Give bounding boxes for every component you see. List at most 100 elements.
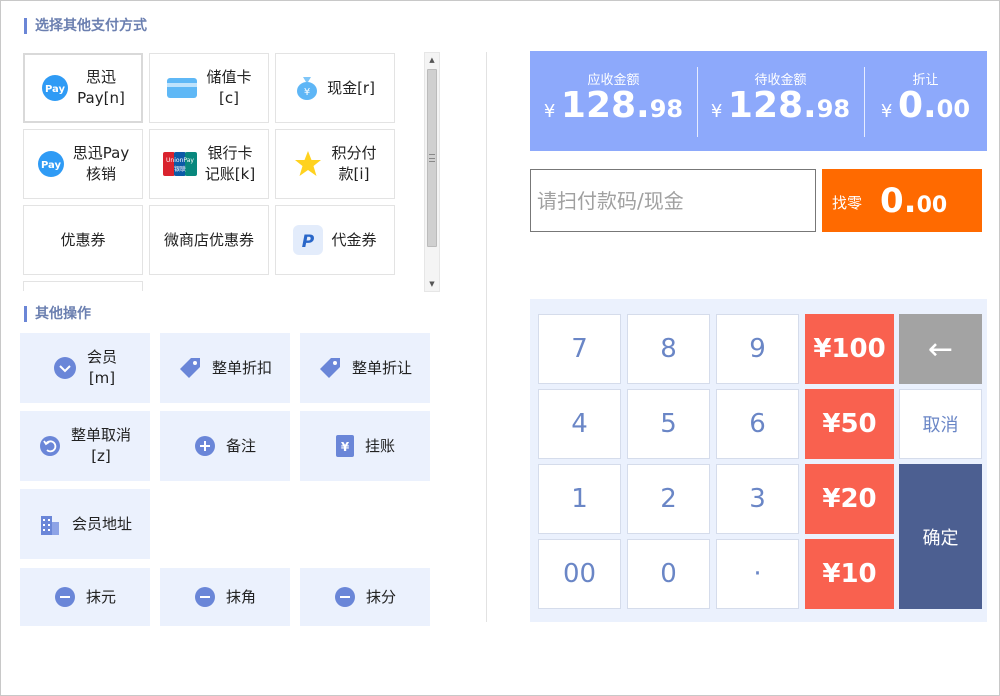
cancel-key[interactable]: 取消: [899, 389, 982, 459]
svg-text:Pay: Pay: [41, 160, 62, 171]
amount-summary: 应收金额 ¥ 128.98 待收金额 ¥ 128.98 折让 ¥ 0.00: [530, 51, 987, 151]
pay-method-label: 思迅Pay 核销: [72, 144, 130, 183]
pay-method-label: 优惠券: [60, 230, 106, 249]
round-yuan-button[interactable]: 抹元: [20, 568, 150, 626]
pay-method-partial-tile[interactable]: [23, 281, 143, 291]
paypal-icon: P: [293, 225, 324, 255]
pending-value: ¥ 128.98: [697, 85, 864, 126]
tag-icon: [179, 358, 200, 378]
credit-button[interactable]: ¥ 挂账: [300, 411, 430, 481]
pay-method-label: 积分付 款[i]: [331, 144, 377, 183]
building-icon: [40, 516, 59, 535]
svg-text:¥: ¥: [304, 87, 310, 98]
key-decimal-point[interactable]: ·: [716, 539, 799, 609]
key-10-yuan[interactable]: ¥10: [805, 539, 894, 609]
pay-method-label: 思迅 Pay[n]: [77, 68, 125, 107]
pay-method-cash[interactable]: ¥ 现金[r]: [275, 53, 395, 123]
key-4[interactable]: 4: [538, 389, 621, 459]
pay-method-microstore-coupon[interactable]: 微商店优惠券: [149, 205, 269, 275]
scrollbar-thumb[interactable]: [427, 69, 437, 247]
pay-method-voucher[interactable]: P 代金券: [275, 205, 395, 275]
svg-text:P: P: [302, 232, 315, 252]
pay-method-coupon[interactable]: 优惠券: [23, 205, 143, 275]
minus-circle-icon: [194, 587, 215, 607]
pay-method-points[interactable]: 积分付 款[i]: [275, 129, 395, 199]
key-20-yuan[interactable]: ¥20: [805, 464, 894, 534]
receivable-int: 128.: [560, 85, 650, 126]
cancel-order-label: 整单取消 [z]: [70, 426, 131, 465]
star-icon: [295, 151, 322, 176]
undo-icon: [39, 436, 60, 456]
currency-symbol: ¥: [543, 101, 556, 122]
remark-label: 备注: [225, 436, 256, 455]
round-fen-button[interactable]: 抹分: [300, 568, 430, 626]
pay-method-sixun-pay[interactable]: Pay 思迅 Pay[n]: [23, 53, 143, 123]
numeric-keypad: 7 8 9 ¥100 ← 4 5 6 ¥50 取消 1 2 3 ¥20 确定 0…: [530, 299, 987, 622]
svg-text:¥: ¥: [341, 440, 350, 454]
member-button-label: 会员 [m]: [86, 348, 117, 387]
key-5[interactable]: 5: [627, 389, 710, 459]
confirm-key[interactable]: 确定: [899, 464, 982, 609]
credit-label: 挂账: [364, 436, 395, 455]
receivable-value: ¥ 128.98: [530, 85, 697, 126]
round-fen-label: 抹分: [365, 587, 396, 606]
member-icon: [53, 357, 76, 379]
round-yuan-label: 抹元: [85, 587, 116, 606]
round-jiao-button[interactable]: 抹角: [160, 568, 290, 626]
money-bag-icon: ¥: [297, 77, 318, 100]
key-00[interactable]: 00: [538, 539, 621, 609]
payment-section-title: 选择其他支付方式: [24, 18, 147, 34]
order-discount-button[interactable]: 整单折扣: [160, 333, 290, 403]
backspace-key[interactable]: ←: [899, 314, 982, 384]
order-allowance-button[interactable]: 整单折让: [300, 333, 430, 403]
pay-method-label: 储值卡 [c]: [206, 68, 252, 107]
operations-section-title: 其他操作: [24, 306, 91, 322]
scroll-up-arrow-icon[interactable]: ▲: [425, 53, 439, 67]
key-8[interactable]: 8: [627, 314, 710, 384]
pending-int: 128.: [727, 85, 817, 126]
receivable-dec: 98: [649, 95, 684, 123]
minus-circle-icon: [54, 587, 75, 607]
pay-icon: Pay: [37, 151, 64, 177]
pay-method-label: 现金[r]: [327, 78, 375, 97]
member-address-button[interactable]: 会员地址: [20, 489, 150, 559]
currency-symbol: ¥: [880, 101, 893, 122]
key-50-yuan[interactable]: ¥50: [805, 389, 894, 459]
key-3[interactable]: 3: [716, 464, 799, 534]
panel-divider: [486, 52, 487, 622]
key-9[interactable]: 9: [716, 314, 799, 384]
key-0[interactable]: 0: [627, 539, 710, 609]
svg-text:UnionPay: UnionPay: [166, 157, 194, 164]
pay-method-stored-card[interactable]: 储值卡 [c]: [149, 53, 269, 123]
discount-amount: 折让 ¥ 0.00: [864, 51, 987, 151]
key-1[interactable]: 1: [538, 464, 621, 534]
pay-icon: Pay: [42, 75, 69, 101]
change-value: 0.00: [880, 181, 947, 221]
key-6[interactable]: 6: [716, 389, 799, 459]
change-int: 0.: [880, 181, 917, 221]
payment-scrollbar[interactable]: ▲ ▼: [424, 52, 440, 292]
key-100-yuan[interactable]: ¥100: [805, 314, 894, 384]
minus-circle-icon: [334, 587, 355, 607]
change-label: 找零: [832, 194, 863, 212]
pay-method-bank-card[interactable]: UnionPay 银联 银行卡 记账[k]: [149, 129, 269, 199]
order-discount-label: 整单折扣: [211, 358, 272, 377]
member-address-label: 会员地址: [71, 514, 132, 533]
pay-method-label: 银行卡 记账[k]: [204, 144, 256, 183]
scroll-down-arrow-icon[interactable]: ▼: [425, 277, 439, 291]
key-7[interactable]: 7: [538, 314, 621, 384]
svg-text:Pay: Pay: [45, 84, 66, 95]
grip-icon: [429, 154, 435, 162]
cancel-order-button[interactable]: 整单取消 [z]: [20, 411, 150, 481]
scan-payment-input[interactable]: [530, 169, 816, 232]
pay-method-sixun-pay-verify[interactable]: Pay 思迅Pay 核销: [23, 129, 143, 199]
payment-methods-grid: Pay 思迅 Pay[n] 储值卡 [c] ¥ 现金[r] Pay 思迅Pay …: [23, 53, 423, 291]
discount-value: ¥ 0.00: [864, 85, 987, 126]
currency-symbol: ¥: [710, 101, 723, 122]
remark-button[interactable]: 备注: [160, 411, 290, 481]
key-2[interactable]: 2: [627, 464, 710, 534]
pay-method-label: 微商店优惠券: [163, 230, 254, 249]
member-button[interactable]: 会员 [m]: [20, 333, 150, 403]
round-jiao-label: 抹角: [225, 587, 256, 606]
pending-amount: 待收金额 ¥ 128.98: [697, 51, 864, 151]
